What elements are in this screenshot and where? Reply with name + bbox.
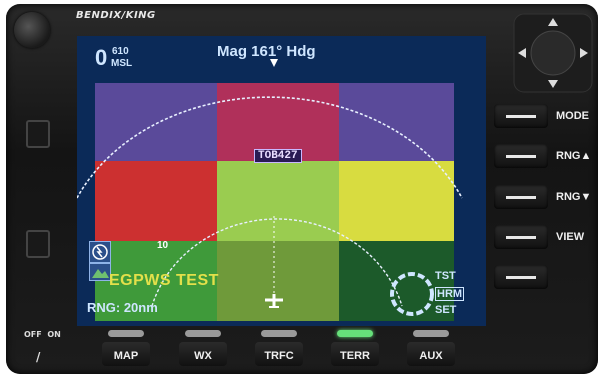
led-aux	[413, 330, 449, 337]
map-button-label: MAP	[113, 350, 139, 362]
aux-button-label: AUX	[419, 350, 443, 362]
outer-range-ring	[77, 96, 463, 199]
mode-tst: TST	[435, 270, 456, 282]
inner-range-ring	[151, 218, 403, 307]
label-view: VIEW	[556, 231, 585, 243]
heading-pointer	[270, 59, 278, 67]
altitude-unit: MSL	[111, 58, 133, 69]
ownship-icon	[265, 294, 283, 308]
led-terr	[337, 330, 373, 337]
led-map	[108, 330, 144, 337]
range-ring-label: 10	[157, 240, 169, 251]
power-off-label: OFF	[24, 330, 42, 339]
heading-readout: Mag 161° Hdg	[217, 43, 316, 60]
softkey-view[interactable]	[494, 225, 548, 249]
led-trfc	[261, 330, 297, 337]
mode-hrm: HRM	[435, 287, 465, 301]
waypoint-label: TOB427	[254, 149, 302, 163]
terrain-mountain-icon	[89, 263, 111, 281]
trfc-button-label: TRFC	[264, 350, 294, 362]
power-switch[interactable]: /	[36, 350, 40, 364]
mode-set: SET	[435, 304, 457, 316]
card-slot-lower	[26, 230, 50, 258]
left-side-panel	[20, 60, 52, 290]
terrain-alert-icon	[89, 241, 111, 263]
softkey-mode[interactable]	[494, 104, 548, 128]
altitude-value: 0	[95, 45, 108, 70]
brand-logo: BENDIX/KING	[76, 10, 156, 21]
led-wx	[185, 330, 221, 337]
altitude-sup: 610	[112, 46, 129, 57]
egpws-status-message: EGPWS TEST	[109, 272, 219, 289]
softkey-blank[interactable]	[494, 265, 548, 289]
power-on-label: ON	[47, 330, 61, 339]
label-mode: MODE	[556, 110, 589, 122]
label-range-up: RNG▲	[556, 150, 592, 162]
softkey-range-down[interactable]	[494, 185, 548, 209]
card-slot-upper	[26, 120, 50, 148]
label-range-down: RNG▼	[556, 191, 592, 203]
range-readout: RNG: 20nm	[87, 300, 158, 315]
power-labels: OFF ON	[24, 330, 61, 339]
terrain-display: 0 610 MSL Mag 161° Hdg TOB427 10 EGPWS T…	[77, 36, 486, 326]
softkey-range-up[interactable]	[494, 144, 548, 168]
terr-button-label: TERR	[340, 350, 370, 362]
cursor-joystick[interactable]	[512, 12, 594, 94]
rotary-knob[interactable]	[14, 12, 50, 48]
wx-button-label: WX	[194, 350, 212, 362]
